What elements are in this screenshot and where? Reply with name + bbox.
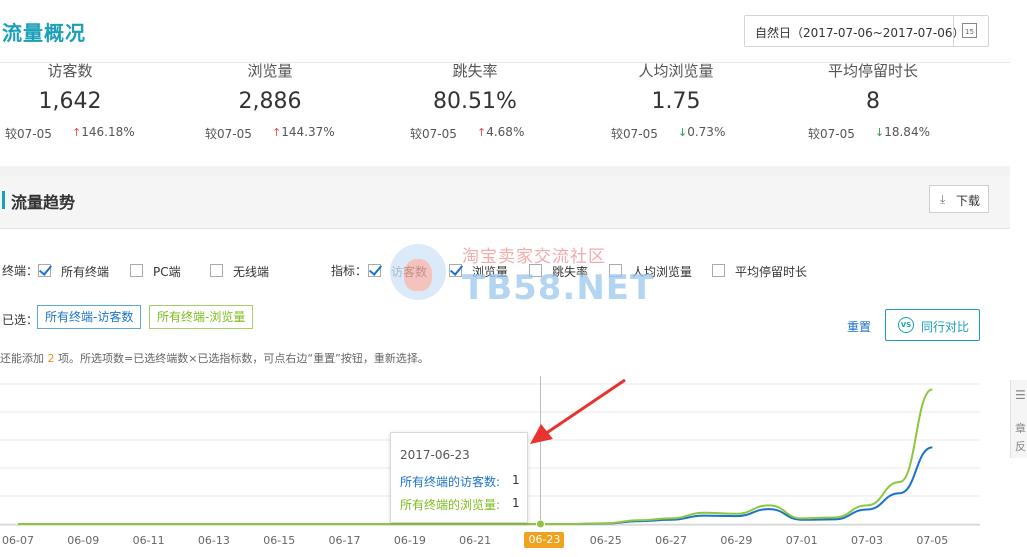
checkbox-visitors[interactable]	[368, 264, 381, 277]
indicator-bounce-label[interactable]: 跳失率	[552, 263, 588, 280]
indicator-visitors-label[interactable]: 访客数	[391, 263, 427, 280]
metric-compare-label: 较07-05	[205, 127, 252, 141]
annotation-arrow-head	[530, 424, 553, 444]
date-range-text: 自然日（2017-07-06~2017-07-06）	[755, 26, 965, 40]
side-panel[interactable]: ☰ 章 反	[1010, 380, 1027, 458]
bookmark-icon: ☰	[1015, 388, 1026, 402]
download-button[interactable]: ⤓ 下载	[929, 185, 989, 213]
trend-header: 流量趋势 ⤓ 下载	[0, 176, 1010, 229]
metric-value: 1,642	[38, 89, 102, 114]
metric-change: ↑144.37%	[272, 125, 335, 139]
checkbox-pc[interactable]	[130, 264, 143, 277]
tooltip-date: 2017-06-23	[400, 448, 470, 462]
x-tick-label: 06-21	[459, 534, 492, 547]
checkbox-all-terminals[interactable]	[38, 264, 51, 277]
x-tick-label: 06-15	[263, 534, 296, 547]
side-text-2: 反	[1015, 440, 1026, 453]
x-tick-label: 06-25	[589, 534, 622, 547]
annotation-arrow-line	[544, 378, 626, 436]
arrow-up-icon: ↑	[72, 126, 82, 139]
metric-change: ↓18.84%	[875, 125, 930, 139]
x-tick-label: 06-19	[393, 534, 426, 547]
arrow-up-icon: ↑	[477, 126, 487, 139]
trend-title: 流量趋势	[11, 193, 76, 212]
terminal-wireless-label[interactable]: 无线端	[233, 263, 269, 280]
metric-pageviews[interactable]: 浏览量 2,886 较07-05 ↑144.37%	[200, 62, 400, 163]
x-tick-label: 07-01	[785, 534, 818, 547]
metric-compare-label: 较07-05	[611, 127, 658, 141]
date-picker[interactable]: 自然日（2017-07-06~2017-07-06） 15	[744, 15, 989, 47]
metrics-row: 访客数 1,642 较07-05 ↑146.18% 浏览量 2,886 较07-…	[0, 62, 1010, 167]
arrow-up-icon: ↑	[272, 126, 282, 139]
section-divider	[0, 166, 1010, 176]
x-tick-label: 06-11	[132, 534, 165, 547]
x-tick-label: 06-23	[524, 532, 565, 548]
x-tick-label: 06-17	[328, 534, 361, 547]
checkbox-avg-stay[interactable]	[712, 264, 725, 277]
indicator-pageviews-label[interactable]: 浏览量	[472, 263, 508, 280]
metric-value: 1.75	[651, 89, 701, 114]
selected-label: 已选：	[2, 313, 39, 327]
date-divider	[953, 16, 954, 46]
checkbox-avg-pageviews[interactable]	[609, 264, 622, 277]
metric-value: 2,886	[238, 89, 302, 114]
tooltip-pageviews-value: 1	[512, 496, 520, 510]
metric-label: 人均浏览量	[638, 62, 714, 80]
page-header: 流量概况 自然日（2017-07-06~2017-07-06） 15	[0, 0, 1010, 62]
side-text-1: 章	[1015, 422, 1026, 435]
x-tick-label: 06-07	[2, 534, 34, 547]
peer-compare-label: 同行对比	[921, 320, 970, 334]
metric-change: ↑146.18%	[72, 125, 135, 139]
accent-bar	[2, 191, 5, 209]
tooltip-visitors-label: 所有终端的访客数:	[400, 475, 501, 489]
metric-avg-pageviews[interactable]: 人均浏览量 1.75 较07-05 ↓0.73%	[606, 62, 806, 163]
chip-visitors[interactable]: 所有终端-访客数	[37, 305, 142, 329]
x-tick-label: 06-27	[655, 534, 688, 547]
calendar-icon[interactable]: 15	[962, 23, 977, 38]
terminal-label: 终端：	[2, 264, 39, 278]
metric-compare-label: 较07-05	[5, 127, 52, 141]
selection-hint: 还能添加 2 项。所选项数=已选终端数×已选指标数，可点右边“重置”按钮，重新选…	[0, 352, 429, 365]
metric-change: ↑4.68%	[477, 125, 525, 139]
chart-tooltip: 2017-06-23 所有终端的访客数: 1 所有终端的浏览量: 1	[390, 432, 528, 523]
highlight-point	[535, 519, 545, 529]
indicator-avg-stay-label[interactable]: 平均停留时长	[735, 263, 807, 280]
metric-compare-label: 较07-05	[808, 127, 855, 141]
checkbox-pageviews[interactable]	[449, 264, 462, 277]
metric-change: ↓0.73%	[678, 125, 726, 139]
metric-value: 8	[866, 89, 880, 114]
vs-icon: VS	[898, 317, 914, 333]
metric-visitors[interactable]: 访客数 1,642 较07-05 ↑146.18%	[0, 62, 200, 163]
download-icon: ⤓	[940, 192, 946, 206]
metric-label: 平均停留时长	[827, 62, 918, 80]
x-tick-label: 07-03	[851, 534, 883, 547]
checkbox-bounce[interactable]	[529, 264, 542, 277]
peer-compare-button[interactable]: VS 同行对比	[885, 309, 980, 341]
metric-compare-label: 较07-05	[410, 127, 457, 141]
terminal-all-label[interactable]: 所有终端	[61, 263, 109, 280]
checkbox-wireless[interactable]	[210, 264, 223, 277]
x-tick-label: 06-09	[67, 534, 100, 547]
arrow-down-icon: ↓	[678, 126, 688, 139]
reset-link[interactable]: 重置	[847, 318, 871, 335]
page-title: 流量概况	[2, 21, 86, 45]
metric-bounce-rate[interactable]: 跳失率 80.51% 较07-05 ↑4.68%	[405, 62, 605, 163]
metric-label: 跳失率	[452, 62, 498, 80]
tooltip-pageviews-label: 所有终端的浏览量:	[400, 498, 501, 512]
terminal-pc-label[interactable]: PC端	[153, 263, 181, 280]
indicator-label: 指标：	[331, 264, 368, 278]
x-tick-label: 06-29	[720, 534, 753, 547]
arrow-down-icon: ↓	[875, 126, 885, 139]
metric-value: 80.51%	[433, 89, 517, 114]
tooltip-visitors-value: 1	[512, 473, 520, 487]
chip-pageviews[interactable]: 所有终端-浏览量	[149, 305, 254, 329]
indicator-avg-pageviews-label[interactable]: 人均浏览量	[632, 263, 692, 280]
metric-label: 浏览量	[247, 62, 293, 80]
metric-label: 访客数	[47, 62, 93, 80]
metric-avg-stay[interactable]: 平均停留时长 8 较07-05 ↓18.84%	[803, 62, 1003, 163]
x-tick-label: 06-13	[197, 534, 230, 547]
x-tick-label: 07-05	[916, 534, 949, 547]
download-label: 下载	[956, 194, 981, 208]
